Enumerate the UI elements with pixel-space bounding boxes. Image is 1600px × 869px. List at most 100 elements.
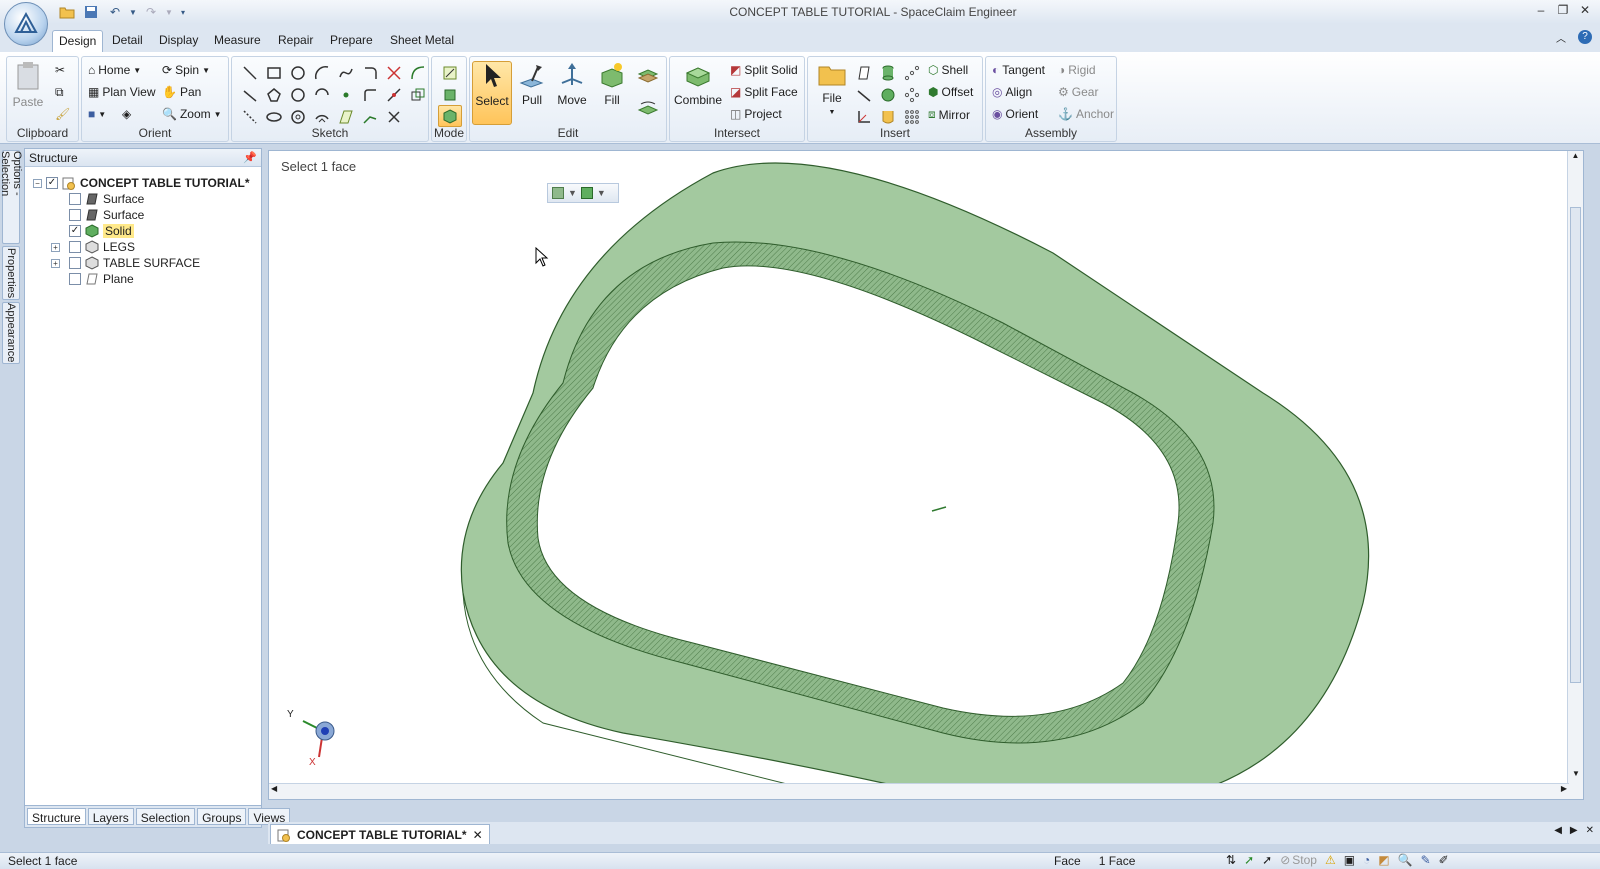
tree-item-legs[interactable]: + LEGS — [51, 239, 135, 255]
section-mode-icon[interactable] — [440, 85, 460, 105]
tab-layers[interactable]: Layers — [87, 808, 134, 825]
circular-pattern-icon[interactable] — [902, 85, 922, 105]
close-tab-icon[interactable]: ✕ — [473, 828, 483, 842]
document-tab[interactable]: CONCEPT TABLE TUTORIAL* ✕ — [270, 824, 490, 844]
three-point-circle-icon[interactable] — [288, 85, 308, 105]
tree-item-plane[interactable]: Plane — [69, 271, 134, 287]
trim-tool-icon[interactable] — [384, 63, 404, 83]
shell-u-icon[interactable] — [878, 107, 898, 127]
orient-button[interactable]: ◉ Orient — [992, 107, 1038, 121]
3d-mode-icon[interactable] — [438, 105, 462, 127]
sketch-status-icon[interactable]: ✎ — [1421, 853, 1431, 867]
tangent-line-icon[interactable] — [240, 85, 260, 105]
scissors-curve-icon[interactable] — [384, 107, 404, 127]
tab-repair[interactable]: Repair — [272, 30, 319, 52]
tab-prepare[interactable]: Prepare — [324, 30, 379, 52]
mirror-button[interactable]: ⧈ Mirror — [928, 107, 970, 122]
offset-curve-icon[interactable] — [408, 85, 428, 105]
scroll-thumb[interactable] — [1570, 207, 1581, 683]
split-curve-icon[interactable] — [384, 85, 404, 105]
visibility-checkbox[interactable] — [69, 273, 81, 285]
dropdown-icon[interactable]: ▼ — [568, 188, 577, 198]
blend-icon[interactable] — [636, 63, 660, 87]
combine-button[interactable]: Combine — [674, 61, 722, 125]
arc-tool-icon[interactable] — [312, 63, 332, 83]
axis-triad[interactable]: Y X — [283, 709, 353, 771]
offset-button[interactable]: ⬢ Offset — [928, 85, 973, 99]
tab-groups[interactable]: Groups — [197, 808, 247, 825]
shading-icon[interactable]: ◩ — [1378, 853, 1389, 867]
visibility-checkbox[interactable]: ✓ — [69, 225, 81, 237]
tree-root-row[interactable]: − ✓ CONCEPT TABLE TUTORIAL* — [33, 175, 250, 191]
rigid-button[interactable]: ◑ Rigid — [1058, 63, 1096, 77]
tab-design[interactable]: Design — [52, 30, 104, 52]
tab-properties[interactable]: Properties — [2, 246, 20, 300]
edit-status-icon[interactable]: ✐ — [1439, 853, 1449, 867]
cylinder-icon[interactable] — [878, 63, 898, 83]
spline-tool-icon[interactable] — [336, 63, 356, 83]
app-menu-logo-icon[interactable] — [4, 2, 48, 46]
tab-next-icon[interactable]: ▶ — [1570, 825, 1578, 836]
scroll-up-icon[interactable]: ▲ — [1568, 151, 1583, 165]
view-cube-button[interactable]: ■ ▼ — [88, 107, 106, 121]
zoom-status-icon[interactable]: 🔍 — [1398, 853, 1413, 867]
plan-view-button[interactable]: ▦ Plan View — [88, 85, 156, 99]
tab-detail[interactable]: Detail — [106, 30, 149, 52]
collapse-icon[interactable]: − — [33, 178, 42, 188]
tree-item-solid[interactable]: ✓ Solid — [69, 223, 134, 239]
pull-button[interactable]: Pull — [512, 61, 552, 125]
smart-select-icon[interactable]: ➚ — [1244, 853, 1254, 867]
tree-item-surface-1[interactable]: Surface — [69, 191, 144, 207]
scroll-right-icon[interactable]: ▶ — [1561, 784, 1567, 793]
tab-display[interactable]: Display — [153, 30, 204, 52]
selection-filter-icon[interactable] — [552, 187, 564, 199]
insert-plane-icon[interactable] — [854, 63, 874, 83]
tab-sheet-metal[interactable]: Sheet Metal — [384, 30, 460, 52]
render-icon[interactable]: ◔ — [1363, 853, 1370, 867]
anchor-button[interactable]: ⚓ Anchor — [1058, 107, 1114, 121]
scroll-down-icon[interactable]: ▼ — [1568, 769, 1583, 783]
circle-tool-icon[interactable] — [288, 63, 308, 83]
paste-button[interactable]: Paste — [9, 61, 47, 125]
format-painter-button[interactable]: 🖌 — [55, 107, 70, 121]
close-document-icon[interactable]: ✕ — [1586, 825, 1594, 836]
orient-snap-button[interactable]: ◈ — [122, 107, 131, 121]
select-button[interactable]: Select — [472, 61, 512, 125]
linear-pattern-icon[interactable] — [902, 63, 922, 83]
project-button[interactable]: ◫ Project — [730, 107, 782, 121]
close-icon[interactable]: ✕ — [1574, 0, 1596, 20]
fill-button[interactable]: Fill — [592, 61, 632, 125]
point-tool-icon[interactable] — [336, 85, 356, 105]
minimize-icon[interactable]: – — [1530, 0, 1552, 20]
tangent-button[interactable]: ◐ Tangent — [992, 63, 1045, 77]
rectangle-tool-icon[interactable] — [264, 63, 284, 83]
help-icon[interactable]: ? — [1578, 30, 1592, 44]
line-tool-icon[interactable] — [240, 63, 260, 83]
vertical-scrollbar[interactable]: ▲ ▼ — [1567, 151, 1583, 799]
pan-button[interactable]: ✋ Pan — [162, 85, 201, 99]
align-button[interactable]: ◎ Align — [992, 85, 1032, 99]
stop-button[interactable]: ⊘ Stop — [1280, 853, 1317, 867]
tab-measure[interactable]: Measure — [208, 30, 267, 52]
zoom-button[interactable]: 🔍 Zoom ▼ — [162, 107, 222, 121]
split-face-button[interactable]: ◪ Split Face — [730, 85, 798, 99]
display-style-icon[interactable]: ▣ — [1344, 853, 1355, 867]
grid-pattern-icon[interactable] — [902, 107, 922, 127]
body-filter-icon[interactable] — [580, 187, 593, 199]
visibility-checkbox[interactable] — [69, 241, 81, 253]
ellipse-tool-icon[interactable] — [264, 107, 284, 127]
3d-viewport[interactable]: Select 1 face ▼ ▼ Y X ▲ ▼ ◀ ▶ — [268, 150, 1584, 800]
tab-appearance[interactable]: Appearance — [2, 302, 20, 364]
spin-button[interactable]: ⟳ Spin ▼ — [162, 63, 210, 77]
tangent-arc-tool-icon[interactable] — [408, 63, 428, 83]
sketch-mode-icon[interactable] — [440, 63, 460, 83]
three-point-arc-icon[interactable] — [312, 107, 332, 127]
move-button[interactable]: Move — [552, 61, 592, 125]
visibility-checkbox[interactable] — [69, 209, 81, 221]
sketch-plane-icon[interactable] — [336, 107, 356, 127]
home-button[interactable]: ⌂ Home ▼ — [88, 63, 141, 77]
tab-selection[interactable]: Selection — [135, 808, 196, 825]
polygon-tool-icon[interactable] — [264, 85, 284, 105]
warning-icon[interactable]: ⚠ — [1325, 853, 1336, 867]
cursor-mode-icon[interactable]: ➚ — [1262, 853, 1272, 867]
